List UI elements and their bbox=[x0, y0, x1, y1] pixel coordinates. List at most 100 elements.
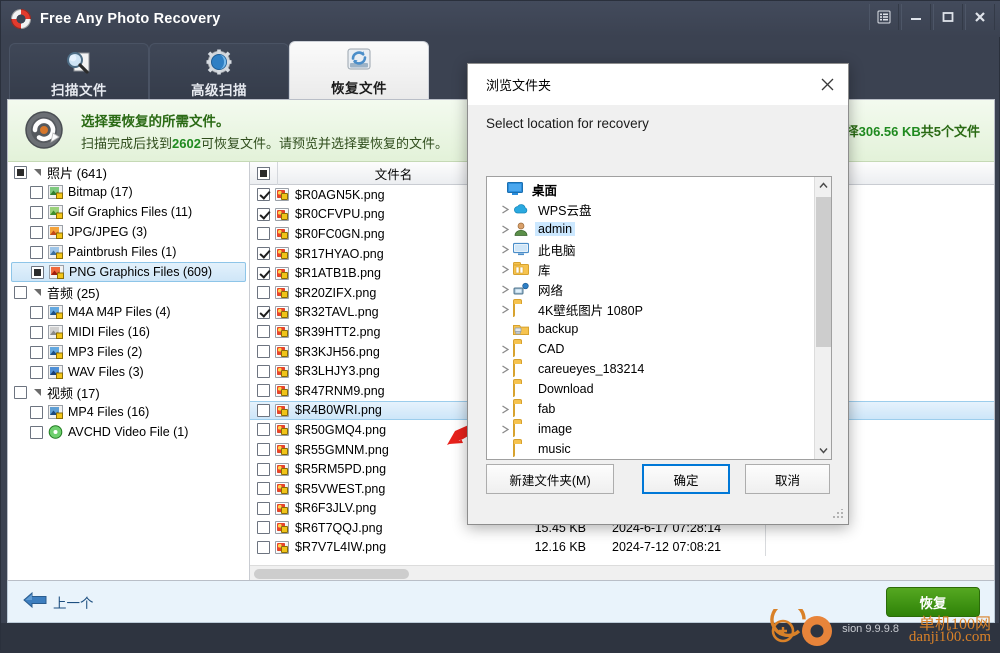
folder-tree-item[interactable]: 此电脑 bbox=[487, 239, 815, 259]
file-row-checkbox[interactable] bbox=[257, 286, 270, 300]
file-list-hscrollbar[interactable] bbox=[250, 565, 994, 580]
file-row-checkbox[interactable] bbox=[257, 207, 270, 221]
ok-button[interactable]: 确定 bbox=[642, 464, 730, 494]
file-row-checkbox[interactable] bbox=[257, 345, 270, 359]
chevron-right-icon[interactable] bbox=[497, 244, 513, 254]
chevron-right-icon[interactable] bbox=[497, 404, 513, 414]
chevron-right-icon[interactable] bbox=[497, 264, 513, 274]
close-icon[interactable] bbox=[806, 64, 848, 106]
tree-item[interactable]: WAV Files (3) bbox=[8, 362, 249, 382]
vscrollbar-thumb[interactable] bbox=[816, 197, 831, 347]
tab-advanced-scan[interactable]: 高级扫描 bbox=[149, 43, 289, 101]
folder-tree-item[interactable]: admin bbox=[487, 219, 815, 239]
cancel-button[interactable]: 取消 bbox=[745, 464, 830, 494]
chevron-right-icon[interactable] bbox=[497, 284, 513, 294]
file-row-checkbox[interactable] bbox=[257, 403, 270, 417]
hscrollbar-thumb[interactable] bbox=[254, 569, 409, 579]
tree-item-checkbox[interactable] bbox=[14, 385, 27, 399]
tree-item[interactable]: MIDI Files (16) bbox=[8, 322, 249, 342]
tree-item[interactable]: Gif Graphics Files (11) bbox=[8, 202, 249, 222]
tree-item-checkbox[interactable] bbox=[30, 345, 43, 359]
folder-tree-item[interactable]: 桌面 bbox=[487, 179, 815, 199]
chevron-right-icon[interactable] bbox=[497, 204, 513, 214]
chevron-down-icon[interactable] bbox=[32, 167, 43, 178]
tree-item-checkbox[interactable] bbox=[30, 425, 43, 439]
browse-folder-dialog[interactable]: 浏览文件夹 Select location for recovery 桌面 WPS… bbox=[467, 63, 849, 525]
folder-tree-item[interactable]: music bbox=[487, 439, 815, 459]
file-row-checkbox[interactable] bbox=[257, 540, 270, 554]
folder-tree-item[interactable]: image bbox=[487, 419, 815, 439]
folder-tree-item[interactable]: WPS云盘 bbox=[487, 199, 815, 219]
file-row-checkbox[interactable] bbox=[257, 247, 270, 261]
file-row-checkbox[interactable] bbox=[257, 227, 270, 241]
folder-tree-item[interactable]: careueyes_183214 bbox=[487, 359, 815, 379]
resize-grip[interactable] bbox=[833, 509, 843, 519]
tree-item-checkbox[interactable] bbox=[30, 365, 43, 379]
file-row-checkbox[interactable] bbox=[257, 443, 270, 457]
folder-tree-item[interactable]: 网络 bbox=[487, 279, 815, 299]
back-button[interactable]: 上一个 bbox=[22, 591, 94, 612]
maximize-icon[interactable] bbox=[933, 4, 963, 30]
table-row[interactable]: $R7V7L4IW.png 12.16 KB 2024-7-12 07:08:21 bbox=[250, 538, 994, 556]
new-folder-button[interactable]: 新建文件夹(M) bbox=[486, 464, 614, 494]
file-row-checkbox[interactable] bbox=[257, 266, 270, 280]
chevron-right-icon[interactable] bbox=[497, 364, 513, 374]
chevron-right-icon[interactable] bbox=[497, 224, 513, 234]
tree-item[interactable]: Paintbrush Files (1) bbox=[8, 242, 249, 262]
folder-tree-item[interactable]: Download bbox=[487, 379, 815, 399]
tree-item[interactable]: AVCHD Video File (1) bbox=[8, 422, 249, 442]
chevron-right-icon[interactable] bbox=[497, 424, 513, 434]
folder-tree[interactable]: 桌面 WPS云盘 admin 此电脑库网络 4K壁纸图片 1080P backup CAD c… bbox=[487, 177, 815, 459]
file-name-label: $R0FC0GN.png bbox=[295, 226, 385, 241]
file-row-checkbox[interactable] bbox=[257, 462, 270, 476]
tree-item[interactable]: 照片 (641) bbox=[8, 162, 249, 182]
tree-item-checkbox[interactable] bbox=[30, 185, 43, 199]
chevron-down-icon[interactable] bbox=[32, 387, 43, 398]
tree-item[interactable]: PNG Graphics Files (609) bbox=[11, 262, 246, 282]
file-row-checkbox[interactable] bbox=[257, 501, 270, 515]
tab-recover-files[interactable]: 恢复文件 bbox=[289, 41, 429, 103]
file-row-checkbox[interactable] bbox=[257, 325, 270, 339]
chevron-right-icon[interactable] bbox=[497, 344, 513, 354]
folder-tree-vscrollbar[interactable] bbox=[814, 177, 831, 459]
tree-item-checkbox[interactable] bbox=[14, 285, 27, 299]
folder-tree-item[interactable]: 4K壁纸图片 1080P bbox=[487, 299, 815, 319]
tree-item[interactable]: 音频 (25) bbox=[8, 282, 249, 302]
scroll-up-icon[interactable] bbox=[815, 177, 831, 194]
tab-scan-files[interactable]: 扫描文件 bbox=[9, 43, 149, 101]
tree-item-checkbox[interactable] bbox=[30, 245, 43, 259]
folder-tree-item[interactable]: backup bbox=[487, 319, 815, 339]
select-all-checkbox[interactable] bbox=[250, 162, 278, 185]
folder-tree-item[interactable]: 库 bbox=[487, 259, 815, 279]
close-icon[interactable] bbox=[965, 4, 995, 30]
file-row-checkbox[interactable] bbox=[257, 423, 270, 437]
file-row-checkbox[interactable] bbox=[257, 364, 270, 378]
tree-item-checkbox[interactable] bbox=[30, 405, 43, 419]
tree-item-checkbox[interactable] bbox=[30, 205, 43, 219]
folder-tree-item[interactable]: CAD bbox=[487, 339, 815, 359]
category-tree[interactable]: 照片 (641) Bitmap (17) Gif Graphics Files (1… bbox=[8, 162, 250, 580]
minimize-icon[interactable] bbox=[901, 4, 931, 30]
tree-item[interactable]: JPG/JPEG (3) bbox=[8, 222, 249, 242]
menu-icon[interactable] bbox=[869, 4, 899, 30]
file-row-checkbox[interactable] bbox=[257, 384, 270, 398]
file-row-checkbox[interactable] bbox=[257, 305, 270, 319]
file-row-checkbox[interactable] bbox=[257, 521, 270, 535]
tree-item[interactable]: 视频 (17) bbox=[8, 382, 249, 402]
tree-item[interactable]: MP4 Files (16) bbox=[8, 402, 249, 422]
tree-item-checkbox[interactable] bbox=[30, 225, 43, 239]
tree-item-checkbox[interactable] bbox=[30, 305, 43, 319]
scroll-down-icon[interactable] bbox=[815, 442, 831, 459]
chevron-right-icon[interactable] bbox=[497, 304, 513, 314]
tree-item-checkbox[interactable] bbox=[14, 165, 27, 179]
chevron-down-icon[interactable] bbox=[32, 287, 43, 298]
tree-item-checkbox[interactable] bbox=[30, 325, 43, 339]
tree-item-checkbox[interactable] bbox=[31, 265, 44, 279]
tree-item[interactable]: Bitmap (17) bbox=[8, 182, 249, 202]
file-row-checkbox[interactable] bbox=[257, 482, 270, 496]
folder-tree-wrapper[interactable]: 桌面 WPS云盘 admin 此电脑库网络 4K壁纸图片 1080P backup CAD c… bbox=[486, 176, 832, 460]
tree-item[interactable]: MP3 Files (2) bbox=[8, 342, 249, 362]
file-row-checkbox[interactable] bbox=[257, 188, 270, 202]
folder-tree-item[interactable]: fab bbox=[487, 399, 815, 419]
tree-item[interactable]: M4A M4P Files (4) bbox=[8, 302, 249, 322]
